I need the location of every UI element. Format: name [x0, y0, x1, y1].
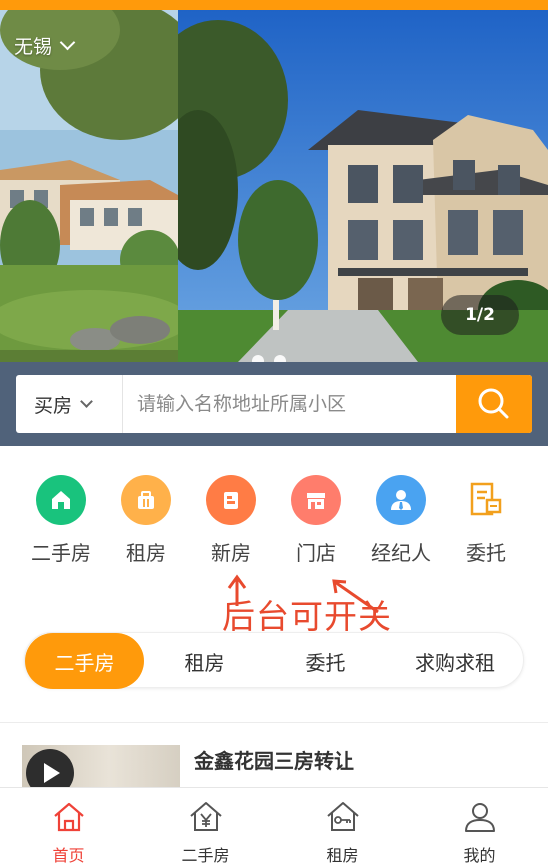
- section-divider: [0, 722, 548, 723]
- tab-entrust[interactable]: 委托: [265, 633, 386, 689]
- annotation-text: 后台可开关: [222, 597, 392, 636]
- play-icon[interactable]: [26, 749, 74, 787]
- annotation-arrows: [227, 574, 379, 614]
- tabbar-home[interactable]: 首页: [0, 788, 137, 868]
- listing-thumbnail[interactable]: [22, 745, 180, 787]
- tabbar-label: 首页: [52, 846, 85, 865]
- tabbar-rent[interactable]: 租房: [274, 788, 411, 868]
- user-icon: [464, 803, 495, 832]
- listing-tabs: 二手房 租房 委托 求购求租: [24, 632, 524, 689]
- tab-rent[interactable]: 租房: [144, 633, 265, 689]
- app-page: 无锡 1/2 买房 请输入名称地址所属小区 二手房 租房 新房 门店 经纪人 委…: [0, 0, 548, 868]
- tab-secondhand[interactable]: 二手房: [25, 633, 144, 689]
- listing-title[interactable]: 金鑫花园三房转让: [194, 745, 354, 774]
- tabbar-label: 二手房: [181, 846, 230, 865]
- tabbar-label: 租房: [326, 846, 359, 865]
- tabbar-label: 我的: [463, 846, 496, 865]
- list-item[interactable]: 金鑫花园三房转让: [22, 745, 532, 787]
- tabbar-secondhand[interactable]: 二手房: [137, 788, 274, 868]
- tab-wanted[interactable]: 求购求租: [386, 633, 524, 689]
- home-icon: [53, 802, 84, 832]
- bottom-tab-bar: 首页 二手房 租房 我的: [0, 787, 548, 868]
- house-yen-icon: [189, 802, 222, 831]
- tabbar-profile[interactable]: 我的: [411, 788, 548, 868]
- house-key-icon: [326, 802, 359, 831]
